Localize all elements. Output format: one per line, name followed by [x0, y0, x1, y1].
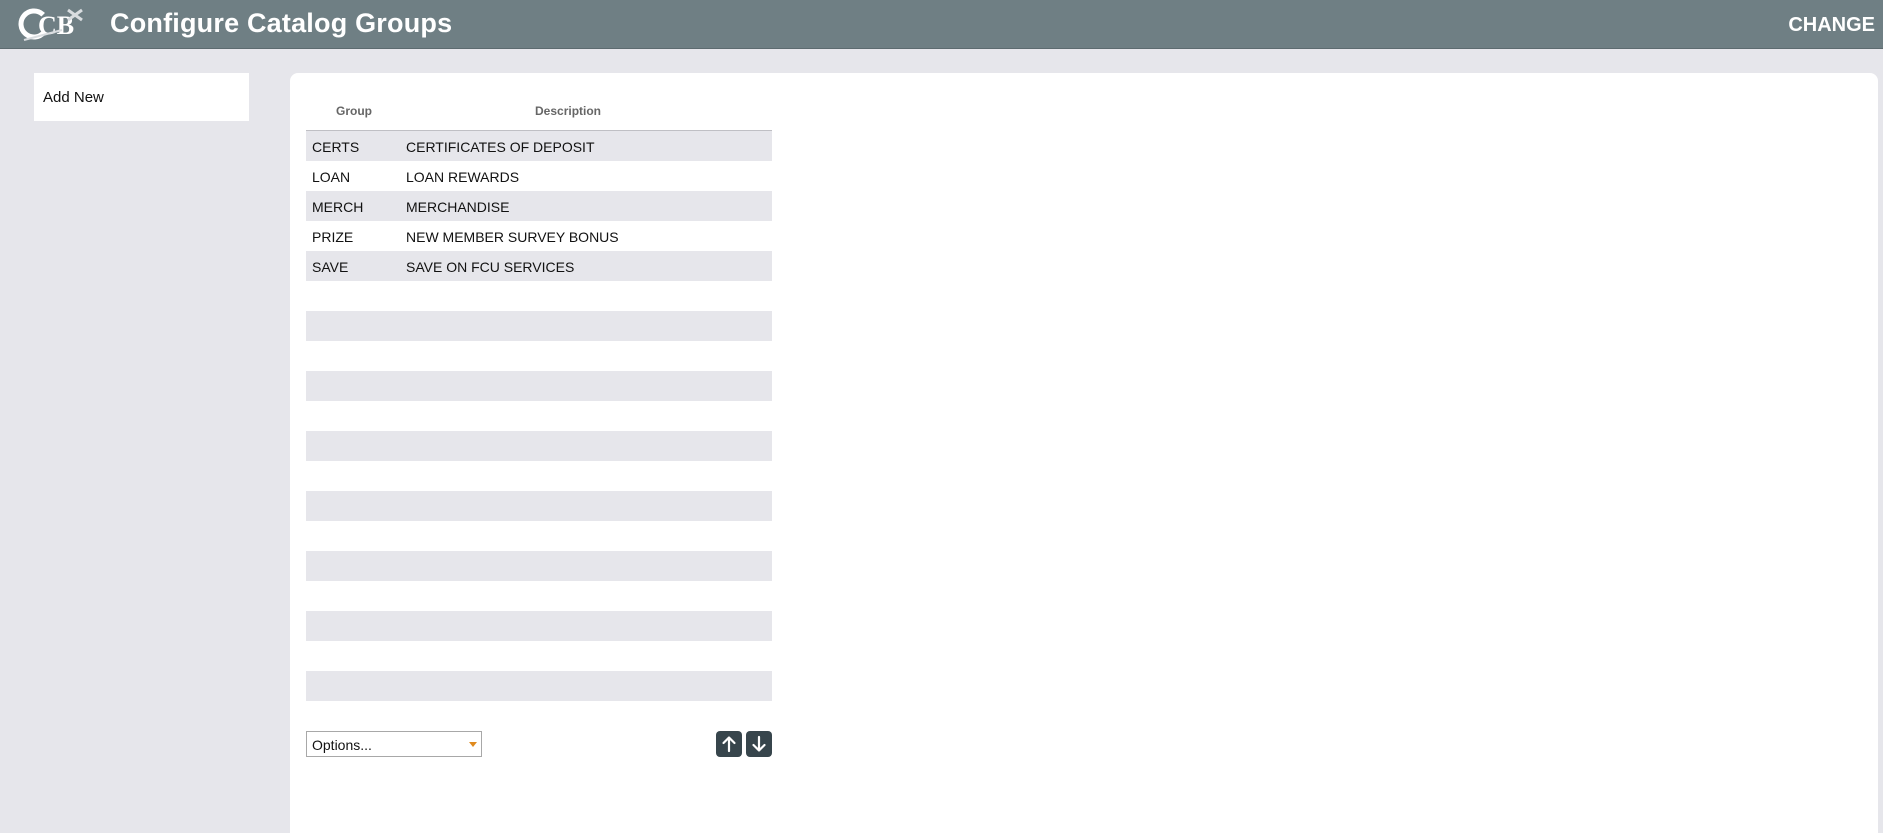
column-header-description[interactable]: Description	[535, 104, 601, 118]
table-row[interactable]: LOAN LOAN REWARDS	[306, 161, 772, 191]
empty-row	[306, 461, 772, 491]
empty-row	[306, 551, 772, 581]
description-cell: LOAN REWARDS	[406, 169, 520, 185]
grid-rows: CERTS CERTIFICATES OF DEPOSIT LOAN LOAN …	[306, 131, 772, 701]
cb-logo: CB	[18, 2, 88, 44]
empty-row	[306, 371, 772, 401]
description-cell: NEW MEMBER SURVEY BONUS	[406, 229, 619, 245]
options-dropdown-value: Options...	[312, 737, 372, 753]
move-down-button[interactable]	[746, 731, 772, 757]
empty-row	[306, 401, 772, 431]
table-row[interactable]: SAVE SAVE ON FCU SERVICES	[306, 251, 772, 281]
empty-row	[306, 641, 772, 671]
description-cell: MERCHANDISE	[406, 199, 510, 215]
group-cell: SAVE	[312, 259, 349, 275]
sidebar-panel: Add New	[34, 73, 249, 121]
table-row[interactable]: MERCH MERCHANDISE	[306, 191, 772, 221]
chevron-down-icon	[469, 742, 477, 747]
empty-row	[306, 281, 772, 311]
empty-row	[306, 341, 772, 371]
empty-row	[306, 611, 772, 641]
top-bar: CB Configure Catalog Groups CHANGE	[0, 0, 1883, 49]
change-link[interactable]: CHANGE	[1788, 14, 1875, 37]
description-cell: SAVE ON FCU SERVICES	[406, 259, 575, 275]
options-dropdown[interactable]: Options...	[306, 731, 482, 757]
main-panel: Group Description CERTS CERTIFICATES OF …	[290, 73, 1878, 833]
move-up-button[interactable]	[716, 731, 742, 757]
table-row[interactable]: PRIZE NEW MEMBER SURVEY BONUS	[306, 221, 772, 251]
group-cell: LOAN	[312, 169, 351, 185]
empty-row	[306, 581, 772, 611]
empty-row	[306, 311, 772, 341]
catalog-groups-grid: Group Description CERTS CERTIFICATES OF …	[306, 93, 772, 701]
column-header-group[interactable]: Group	[336, 104, 372, 118]
empty-row	[306, 671, 772, 701]
empty-row	[306, 521, 772, 551]
empty-row	[306, 491, 772, 521]
add-new-link[interactable]: Add New	[43, 89, 104, 106]
arrow-up-icon	[722, 736, 736, 753]
description-cell: CERTIFICATES OF DEPOSIT	[406, 139, 595, 155]
group-cell: CERTS	[312, 139, 360, 155]
arrow-down-icon	[752, 735, 766, 752]
page-title: Configure Catalog Groups	[110, 8, 453, 38]
grid-header: Group Description	[306, 93, 772, 131]
group-cell: MERCH	[312, 199, 364, 215]
table-row[interactable]: CERTS CERTIFICATES OF DEPOSIT	[306, 131, 772, 161]
empty-row	[306, 431, 772, 461]
group-cell: PRIZE	[312, 229, 354, 245]
